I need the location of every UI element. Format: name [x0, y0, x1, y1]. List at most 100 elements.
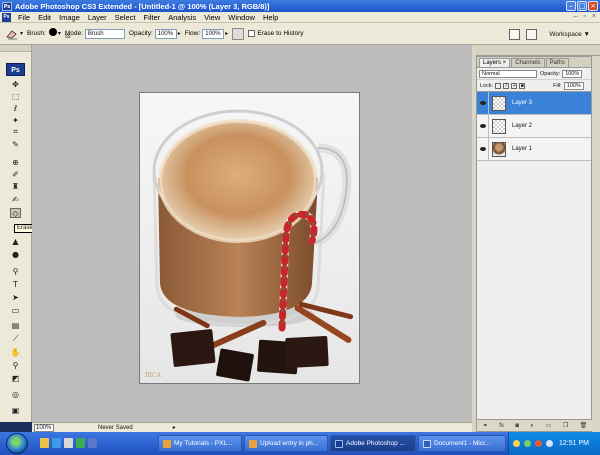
airbrush-toggle-icon[interactable] [232, 27, 245, 40]
crop-tool-icon[interactable]: ⌗ [10, 127, 21, 137]
menu-file[interactable]: File [14, 13, 34, 22]
notes-tool-icon[interactable]: ▤ [10, 320, 21, 330]
quick-launch-app-icon[interactable] [88, 438, 97, 448]
panel-dock-header[interactable] [476, 45, 600, 56]
photoshop-badge-icon[interactable]: Ps [6, 63, 25, 76]
screen-mode-icon[interactable]: ▣ [10, 405, 21, 415]
dodge-tool-icon[interactable]: ⚲ [10, 266, 21, 276]
taskbar-button-my-tutorials[interactable]: My Tutorials - PXL... [158, 435, 242, 452]
menu-window[interactable]: Window [224, 13, 259, 22]
lock-pixels-icon[interactable]: / [503, 82, 510, 89]
taskbar-clock[interactable]: 12:51 PM [559, 440, 589, 447]
app-menu-icon[interactable]: Ps [2, 12, 11, 22]
menu-analysis[interactable]: Analysis [164, 13, 200, 22]
eyedropper-tool-icon[interactable]: ✎ [10, 139, 21, 149]
start-button[interactable] [6, 433, 28, 454]
hand-tool-icon[interactable]: ✋ [10, 347, 21, 357]
tool-preset-dropdown[interactable]: ▾ [20, 30, 23, 37]
tab-paths[interactable]: Paths [545, 58, 569, 67]
maximize-button[interactable]: □ [577, 1, 587, 11]
tools-panel-header[interactable] [0, 45, 31, 52]
layer-row-layer-3[interactable]: Layer 3 [477, 91, 591, 115]
brush-tool-icon[interactable]: ✐ [10, 169, 21, 179]
visibility-eye-icon[interactable] [477, 137, 489, 161]
layer-opacity-field[interactable]: 100% [562, 69, 583, 78]
visibility-eye-icon[interactable] [477, 91, 489, 115]
mode-select[interactable]: Brush [84, 28, 125, 39]
flow-slider-button[interactable]: ▸ [225, 30, 228, 37]
lock-transparency-icon[interactable] [495, 82, 502, 89]
opacity-field[interactable]: 100% [154, 28, 177, 39]
doc-minimize-button[interactable]: – [574, 13, 578, 20]
quick-launch-ie-icon[interactable] [52, 438, 61, 448]
mask-icon[interactable]: ◙ [515, 423, 519, 429]
blend-mode-select[interactable]: Normal [479, 69, 537, 78]
brush-dropdown[interactable]: ▾ [58, 30, 61, 37]
layer-row-layer-2[interactable]: Layer 2 [477, 114, 591, 138]
erase-history-checkbox[interactable] [248, 30, 256, 37]
magic-wand-tool-icon[interactable]: ✦ [10, 115, 21, 125]
menu-select[interactable]: Select [111, 13, 140, 22]
menu-view[interactable]: View [200, 13, 224, 22]
lock-all-icon[interactable]: ■ [519, 82, 526, 89]
trash-icon[interactable]: 🗑︎ [580, 422, 588, 429]
blur-tool-icon[interactable]: ● [10, 249, 21, 259]
brush-preview-icon[interactable] [48, 27, 57, 36]
new-layer-icon[interactable]: ❐ [563, 422, 568, 429]
opacity-slider-button[interactable]: ▸ [178, 30, 181, 37]
zoom-tool-icon[interactable]: ⚲ [10, 360, 21, 370]
visibility-eye-icon[interactable] [477, 114, 489, 138]
tab-layers[interactable]: Layers × [479, 58, 511, 67]
quick-launch-media-icon[interactable] [76, 438, 85, 448]
fill-field[interactable]: 100% [563, 81, 584, 90]
doc-restore-button[interactable]: ▫ [583, 13, 585, 20]
tab-channels[interactable]: Channels [511, 58, 545, 67]
folder-icon[interactable]: ▭ [546, 422, 552, 429]
healing-brush-tool-icon[interactable]: ⊕ [10, 157, 21, 167]
type-tool-icon[interactable]: T [10, 279, 21, 289]
marquee-tool-icon[interactable]: ⬚ [10, 91, 21, 101]
quick-launch-desktop-icon[interactable] [64, 438, 73, 448]
lock-position-icon[interactable]: + [511, 82, 518, 89]
panel-scrollbar[interactable] [592, 56, 600, 432]
menu-help[interactable]: Help [259, 13, 282, 22]
eraser-tool-icon[interactable]: ◇ [10, 208, 21, 218]
gradient-tool-icon[interactable]: ▲ [10, 236, 21, 246]
fx-icon[interactable]: fx [499, 423, 504, 429]
taskbar-button-word-document[interactable]: Document1 - Micr... [418, 435, 506, 452]
quick-launch-folder-icon[interactable] [40, 438, 49, 448]
tray-network-icon[interactable] [524, 440, 531, 447]
tray-alert-icon[interactable] [535, 440, 542, 447]
clone-stamp-tool-icon[interactable]: ♜ [10, 181, 21, 191]
bridge-icon[interactable] [526, 28, 538, 40]
status-menu-arrow[interactable]: ▸ [173, 424, 176, 431]
link-icon[interactable]: ⚭ [483, 422, 488, 429]
tray-security-icon[interactable] [513, 440, 520, 447]
close-button[interactable]: × [588, 1, 598, 11]
taskbar-button-upload-entry[interactable]: Upload entry in ph... [244, 435, 328, 452]
quick-mask-icon[interactable]: ◎ [10, 389, 21, 399]
shape-tool-icon[interactable]: ▭ [10, 305, 21, 315]
menu-filter[interactable]: Filter [140, 13, 165, 22]
tray-volume-icon[interactable] [546, 440, 553, 447]
menu-image[interactable]: Image [55, 13, 84, 22]
zoom-field[interactable]: 100% [34, 423, 54, 432]
taskbar-button-photoshop[interactable]: Adobe Photoshop ... [330, 435, 416, 452]
flow-field[interactable]: 100% [202, 28, 225, 39]
lasso-tool-icon[interactable]: ℓ [10, 103, 21, 113]
menu-layer[interactable]: Layer [84, 13, 111, 22]
workspace-menu-button[interactable]: Workspace ▼ [549, 31, 590, 38]
eyedropper-sample-tool-icon[interactable]: ⟋ [10, 334, 21, 344]
color-swatches-icon[interactable]: ◩ [10, 373, 21, 383]
tool-preset-eraser-icon[interactable] [5, 28, 19, 40]
doc-close-button[interactable]: × [592, 13, 596, 20]
palette-well-icon[interactable] [509, 28, 521, 40]
menu-edit[interactable]: Edit [34, 13, 55, 22]
adjustment-icon[interactable]: ◐ [530, 423, 534, 429]
minimize-button[interactable]: – [566, 1, 576, 11]
history-brush-tool-icon[interactable]: ✍ [10, 194, 21, 204]
document-canvas[interactable]: RICA [140, 93, 359, 383]
move-tool-icon[interactable]: ✥ [10, 79, 21, 89]
layer-row-layer-1[interactable]: Layer 1 [477, 137, 591, 161]
path-selection-tool-icon[interactable]: ➤ [10, 292, 21, 302]
